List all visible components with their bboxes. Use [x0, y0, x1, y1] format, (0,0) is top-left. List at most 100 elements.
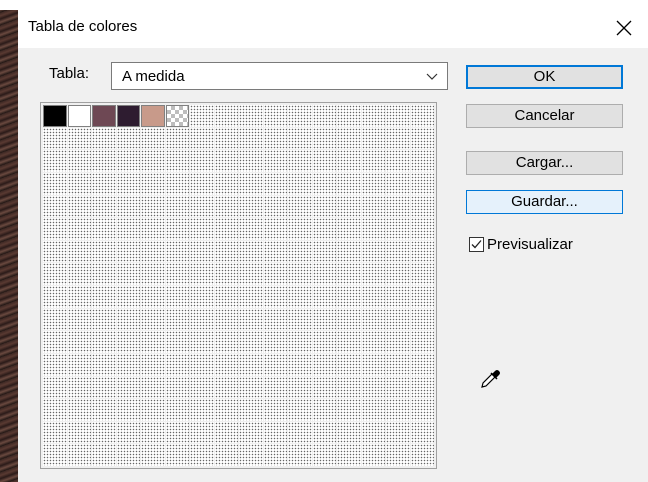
empty-color-cell[interactable]	[263, 195, 287, 218]
empty-color-cell[interactable]	[116, 127, 140, 150]
empty-color-cell[interactable]	[116, 172, 140, 195]
empty-color-cell[interactable]	[386, 444, 410, 466]
empty-color-cell[interactable]	[214, 263, 238, 285]
empty-color-cell[interactable]	[361, 195, 385, 218]
empty-color-cell[interactable]	[386, 150, 410, 172]
empty-color-cell[interactable]	[67, 353, 91, 376]
empty-color-cell[interactable]	[116, 240, 140, 263]
empty-color-cell[interactable]	[141, 127, 165, 150]
color-swatch[interactable]	[92, 105, 116, 127]
empty-color-cell[interactable]	[43, 308, 67, 331]
empty-color-cell[interactable]	[288, 195, 312, 218]
empty-color-cell[interactable]	[190, 172, 214, 195]
empty-color-cell[interactable]	[92, 331, 116, 353]
empty-color-cell[interactable]	[337, 150, 361, 172]
empty-color-cell[interactable]	[92, 376, 116, 399]
empty-color-cell[interactable]	[337, 353, 361, 376]
empty-color-cell[interactable]	[214, 331, 238, 353]
empty-color-cell[interactable]	[214, 105, 238, 127]
empty-color-cell[interactable]	[288, 286, 312, 308]
empty-color-cell[interactable]	[141, 331, 165, 353]
empty-color-cell[interactable]	[361, 331, 385, 353]
empty-color-cell[interactable]	[288, 105, 312, 127]
empty-color-cell[interactable]	[386, 127, 410, 150]
empty-color-cell[interactable]	[410, 353, 434, 376]
empty-color-cell[interactable]	[92, 353, 116, 376]
empty-color-cell[interactable]	[361, 218, 385, 240]
empty-color-cell[interactable]	[190, 331, 214, 353]
empty-color-cell[interactable]	[386, 399, 410, 421]
empty-color-cell[interactable]	[361, 150, 385, 172]
empty-color-cell[interactable]	[337, 421, 361, 444]
empty-color-cell[interactable]	[386, 240, 410, 263]
empty-color-cell[interactable]	[165, 444, 189, 466]
ok-button[interactable]: OK	[466, 65, 623, 89]
empty-color-cell[interactable]	[116, 376, 140, 399]
transparent-swatch[interactable]	[165, 105, 189, 127]
empty-color-cell[interactable]	[43, 127, 67, 150]
color-swatch[interactable]	[141, 105, 165, 127]
empty-color-cell[interactable]	[67, 444, 91, 466]
empty-color-cell[interactable]	[67, 286, 91, 308]
empty-color-cell[interactable]	[337, 308, 361, 331]
empty-color-cell[interactable]	[92, 218, 116, 240]
empty-color-cell[interactable]	[141, 172, 165, 195]
empty-color-cell[interactable]	[312, 331, 336, 353]
empty-color-cell[interactable]	[361, 399, 385, 421]
empty-color-cell[interactable]	[43, 240, 67, 263]
empty-color-cell[interactable]	[288, 444, 312, 466]
empty-color-cell[interactable]	[312, 150, 336, 172]
empty-color-cell[interactable]	[288, 127, 312, 150]
empty-color-cell[interactable]	[288, 263, 312, 285]
empty-color-cell[interactable]	[141, 240, 165, 263]
empty-color-cell[interactable]	[337, 263, 361, 285]
empty-color-cell[interactable]	[386, 105, 410, 127]
empty-color-cell[interactable]	[190, 127, 214, 150]
empty-color-cell[interactable]	[361, 376, 385, 399]
empty-color-cell[interactable]	[67, 308, 91, 331]
empty-color-cell[interactable]	[190, 150, 214, 172]
empty-color-cell[interactable]	[214, 195, 238, 218]
empty-color-cell[interactable]	[67, 376, 91, 399]
empty-color-cell[interactable]	[214, 172, 238, 195]
empty-color-cell[interactable]	[165, 286, 189, 308]
empty-color-cell[interactable]	[288, 331, 312, 353]
save-button[interactable]: Guardar...	[466, 190, 623, 214]
empty-color-cell[interactable]	[116, 150, 140, 172]
empty-color-cell[interactable]	[312, 105, 336, 127]
empty-color-cell[interactable]	[263, 263, 287, 285]
empty-color-cell[interactable]	[141, 353, 165, 376]
empty-color-cell[interactable]	[361, 353, 385, 376]
empty-color-cell[interactable]	[410, 150, 434, 172]
close-button[interactable]	[604, 12, 644, 44]
color-swatch[interactable]	[116, 105, 140, 127]
empty-color-cell[interactable]	[141, 150, 165, 172]
empty-color-cell[interactable]	[92, 127, 116, 150]
empty-color-cell[interactable]	[312, 376, 336, 399]
empty-color-cell[interactable]	[190, 353, 214, 376]
empty-color-cell[interactable]	[337, 172, 361, 195]
empty-color-cell[interactable]	[190, 240, 214, 263]
empty-color-cell[interactable]	[165, 331, 189, 353]
empty-color-cell[interactable]	[288, 308, 312, 331]
empty-color-cell[interactable]	[67, 421, 91, 444]
empty-color-cell[interactable]	[43, 444, 67, 466]
empty-color-cell[interactable]	[337, 376, 361, 399]
empty-color-cell[interactable]	[312, 127, 336, 150]
empty-color-cell[interactable]	[116, 353, 140, 376]
empty-color-cell[interactable]	[263, 308, 287, 331]
empty-color-cell[interactable]	[214, 150, 238, 172]
empty-color-cell[interactable]	[165, 150, 189, 172]
empty-color-cell[interactable]	[190, 263, 214, 285]
empty-color-cell[interactable]	[386, 331, 410, 353]
empty-color-cell[interactable]	[361, 240, 385, 263]
empty-color-cell[interactable]	[214, 444, 238, 466]
empty-color-cell[interactable]	[165, 421, 189, 444]
empty-color-cell[interactable]	[116, 263, 140, 285]
empty-color-cell[interactable]	[288, 353, 312, 376]
empty-color-cell[interactable]	[92, 421, 116, 444]
empty-color-cell[interactable]	[410, 218, 434, 240]
empty-color-cell[interactable]	[190, 286, 214, 308]
empty-color-cell[interactable]	[190, 421, 214, 444]
empty-color-cell[interactable]	[288, 218, 312, 240]
